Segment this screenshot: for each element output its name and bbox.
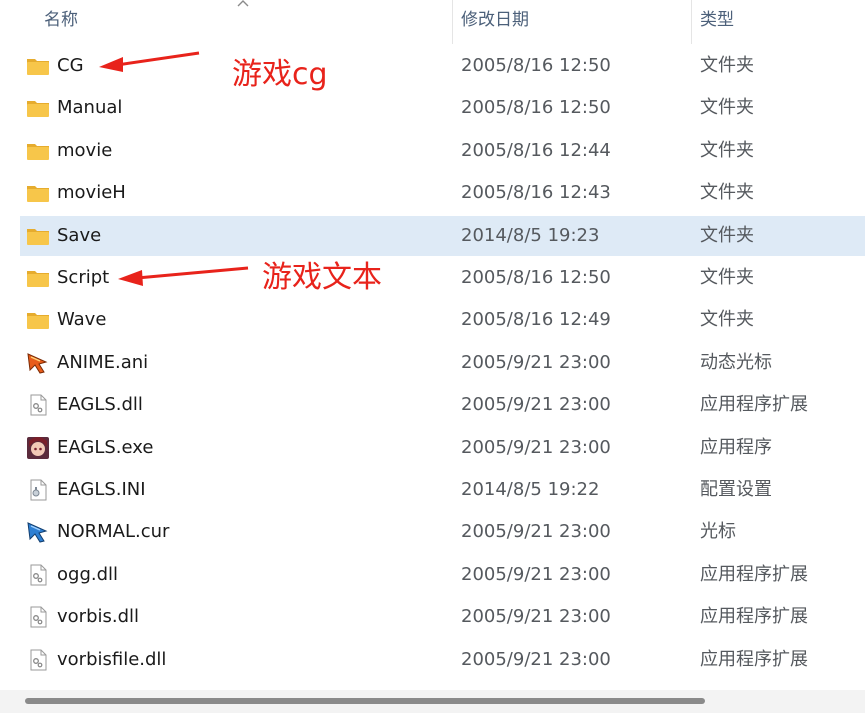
column-header-bar: 名称 修改日期 类型 bbox=[0, 0, 865, 44]
file-type: 文件夹 bbox=[700, 309, 754, 331]
file-name: movie bbox=[57, 139, 113, 161]
file-row[interactable]: vorbisfile.dll 2005/9/21 23:00 应用程序扩展 bbox=[20, 640, 865, 680]
folder-icon bbox=[26, 97, 50, 119]
file-modified-date: 2005/9/21 23:00 bbox=[461, 436, 611, 458]
file-modified-date: 2014/8/5 19:22 bbox=[461, 479, 600, 500]
file-modified-date: 2005/9/21 23:00 bbox=[461, 521, 611, 543]
file-name: vorbisfile.dll bbox=[57, 648, 167, 670]
file-row[interactable]: Save 2014/8/5 19:23 文件夹 bbox=[20, 215, 865, 256]
file-type: 应用程序 bbox=[700, 436, 772, 458]
ini-file-icon bbox=[26, 479, 50, 501]
file-row[interactable]: movie 2005/8/16 12:44 文件夹 bbox=[20, 131, 865, 171]
file-name: EAGLS.INI bbox=[57, 479, 146, 500]
file-name: ogg.dll bbox=[57, 563, 119, 585]
file-modified-date: 2005/9/21 23:00 bbox=[461, 351, 611, 373]
file-type: 应用程序扩展 bbox=[700, 606, 808, 628]
annotation-label-cg: 游戏cg bbox=[232, 57, 328, 92]
file-modified-date: 2005/9/21 23:00 bbox=[461, 606, 611, 628]
file-row[interactable]: EAGLS.INI 2014/8/5 19:22 配置设置 bbox=[20, 470, 865, 510]
folder-icon bbox=[26, 267, 50, 289]
horizontal-scrollbar-thumb[interactable] bbox=[25, 698, 705, 704]
file-type: 应用程序扩展 bbox=[700, 563, 808, 585]
file-row[interactable]: ANIME.ani 2005/9/21 23:00 动态光标 bbox=[20, 343, 865, 383]
annotation-label-script: 游戏文本 bbox=[262, 260, 382, 295]
file-modified-date: 2005/8/16 12:44 bbox=[461, 139, 611, 161]
file-name: Script bbox=[57, 267, 110, 288]
folder-icon bbox=[26, 55, 50, 77]
file-type: 文件夹 bbox=[700, 97, 754, 119]
file-row[interactable]: NORMAL.cur 2005/9/21 23:00 光标 bbox=[20, 512, 865, 552]
animated-cursor-icon bbox=[26, 352, 50, 374]
annotation-arrow-cg bbox=[99, 51, 200, 72]
file-row[interactable]: Wave 2005/8/16 12:49 文件夹 bbox=[20, 300, 865, 340]
file-modified-date: 2005/9/21 23:00 bbox=[461, 563, 611, 585]
dll-file-icon bbox=[26, 606, 50, 628]
file-row[interactable]: vorbis.dll 2005/9/21 23:00 应用程序扩展 bbox=[20, 597, 865, 637]
file-row[interactable]: Manual 2005/8/16 12:50 文件夹 bbox=[20, 88, 865, 128]
file-row[interactable]: EAGLS.dll 2005/9/21 23:00 应用程序扩展 bbox=[20, 385, 865, 425]
file-name: movieH bbox=[57, 182, 126, 204]
file-type: 文件夹 bbox=[700, 55, 754, 76]
column-header-type[interactable]: 类型 bbox=[700, 0, 734, 44]
file-row[interactable]: ogg.dll 2005/9/21 23:00 应用程序扩展 bbox=[20, 555, 865, 595]
file-name: Save bbox=[57, 224, 102, 246]
file-name: Manual bbox=[57, 97, 123, 119]
folder-icon bbox=[26, 140, 50, 162]
file-name: CG bbox=[57, 55, 84, 76]
file-type: 文件夹 bbox=[700, 139, 754, 161]
file-name: ANIME.ani bbox=[57, 351, 149, 373]
cursor-icon bbox=[26, 521, 50, 543]
file-type: 文件夹 bbox=[700, 224, 754, 246]
file-name: NORMAL.cur bbox=[57, 521, 170, 543]
column-divider[interactable] bbox=[691, 0, 692, 44]
folder-icon bbox=[26, 225, 50, 247]
column-header-date[interactable]: 修改日期 bbox=[461, 0, 529, 44]
file-type: 配置设置 bbox=[700, 479, 772, 500]
file-modified-date: 2005/8/16 12:50 bbox=[461, 97, 611, 119]
file-modified-date: 2005/8/16 12:50 bbox=[461, 55, 611, 76]
file-name: vorbis.dll bbox=[57, 606, 140, 628]
file-row[interactable]: EAGLS.exe 2005/9/21 23:00 应用程序 bbox=[20, 428, 865, 468]
file-name: EAGLS.dll bbox=[57, 394, 143, 416]
file-type: 应用程序扩展 bbox=[700, 648, 808, 670]
file-row[interactable]: movieH 2005/8/16 12:43 文件夹 bbox=[20, 173, 865, 213]
file-name: Wave bbox=[57, 309, 107, 331]
dll-file-icon bbox=[26, 649, 50, 671]
sort-ascending-icon bbox=[237, 0, 249, 7]
dll-file-icon bbox=[26, 564, 50, 586]
file-modified-date: 2005/9/21 23:00 bbox=[461, 648, 611, 670]
file-type: 文件夹 bbox=[700, 182, 754, 204]
file-type: 光标 bbox=[700, 521, 736, 543]
file-type: 文件夹 bbox=[700, 267, 754, 288]
folder-icon bbox=[26, 182, 50, 204]
file-modified-date: 2005/8/16 12:43 bbox=[461, 182, 611, 204]
column-header-name[interactable]: 名称 bbox=[44, 0, 78, 44]
file-modified-date: 2005/9/21 23:00 bbox=[461, 394, 611, 416]
file-modified-date: 2005/8/16 12:50 bbox=[461, 267, 611, 288]
dll-file-icon bbox=[26, 394, 50, 416]
file-type: 动态光标 bbox=[700, 351, 772, 373]
folder-icon bbox=[26, 309, 50, 331]
app-exe-icon bbox=[26, 436, 50, 459]
file-modified-date: 2005/8/16 12:49 bbox=[461, 309, 611, 331]
annotation-arrow-script bbox=[118, 266, 249, 286]
file-type: 应用程序扩展 bbox=[700, 394, 808, 416]
file-name: EAGLS.exe bbox=[57, 436, 154, 458]
file-modified-date: 2014/8/5 19:23 bbox=[461, 224, 600, 246]
column-divider[interactable] bbox=[452, 0, 453, 44]
